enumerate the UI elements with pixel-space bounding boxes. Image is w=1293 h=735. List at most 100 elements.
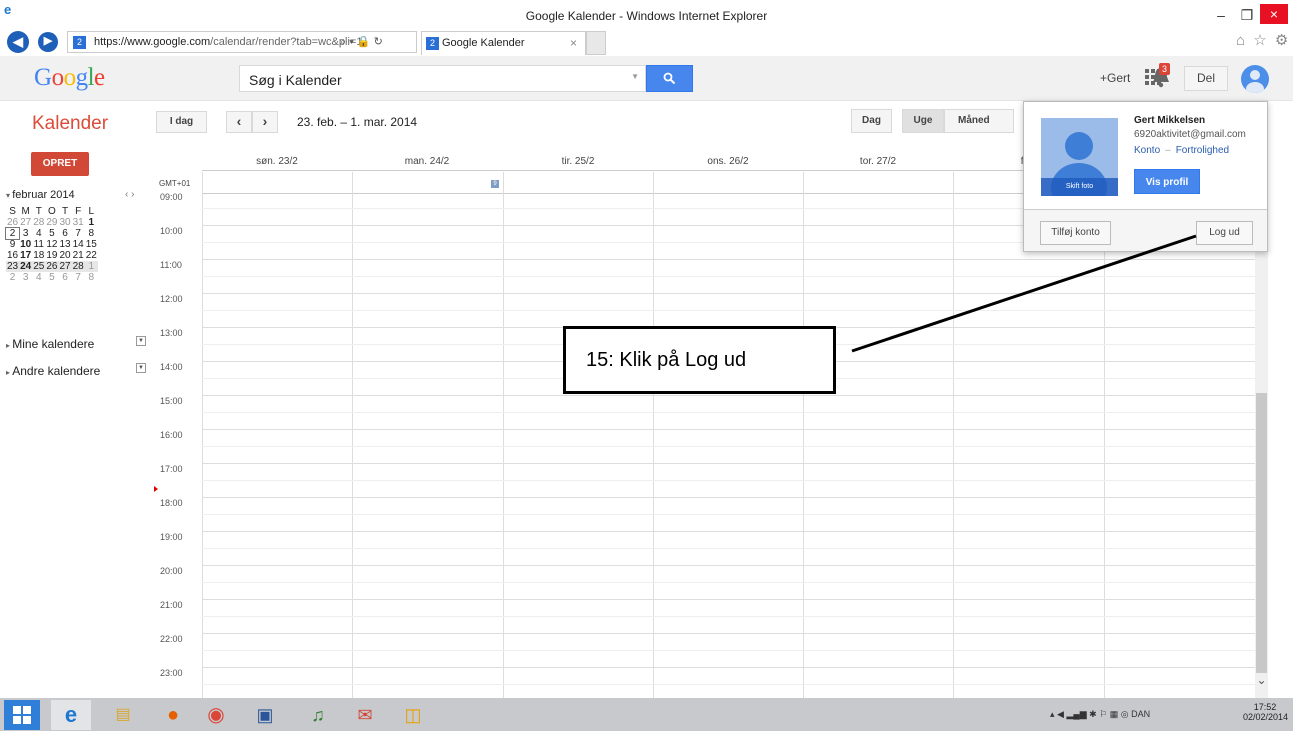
plus-user-link[interactable]: +Gert [1100, 71, 1130, 85]
gmail-icon[interactable]: ✉ [345, 700, 385, 730]
mini-day[interactable]: 10 [19, 239, 32, 250]
mini-day[interactable]: 27 [59, 261, 72, 272]
search-options-icon[interactable]: ▼ [631, 72, 639, 81]
prev-week-button[interactable]: ‹ [226, 111, 252, 133]
mini-calendar-nav[interactable]: ‹ › [125, 189, 134, 200]
mini-day[interactable]: 1 [85, 261, 98, 272]
mini-day[interactable]: 16 [6, 250, 19, 261]
mini-day[interactable]: 26 [45, 261, 58, 272]
day-header[interactable]: man. 24/2 [352, 156, 502, 167]
address-bar[interactable]: 2 https://www.google.com/calendar/render… [67, 31, 417, 53]
mini-day[interactable]: 4 [32, 228, 45, 239]
restore-button[interactable]: ❐ [1232, 4, 1262, 26]
mini-day[interactable]: 18 [32, 250, 45, 261]
mini-day[interactable]: 11 [32, 239, 45, 250]
other-calendars-section[interactable]: ▸ Andre kalendere [6, 364, 100, 378]
close-window-button[interactable]: × [1260, 4, 1288, 24]
outlook-icon[interactable]: ◫ [393, 700, 433, 730]
mini-day[interactable]: 5 [45, 228, 58, 239]
mini-day[interactable]: 19 [45, 250, 58, 261]
mini-day[interactable]: 12 [45, 239, 58, 250]
mini-day[interactable]: 15 [85, 239, 98, 250]
mini-day[interactable]: 2 [6, 272, 19, 283]
firefox-icon[interactable]: ● [153, 700, 193, 730]
profile-photo[interactable]: Skift foto [1041, 118, 1118, 196]
mini-calendar[interactable]: S M T O T F L 26 27 28 29 30 31 1 2 3 4 … [4, 206, 98, 283]
mini-day[interactable]: 20 [59, 250, 72, 261]
url-text[interactable]: https://www.google.com/calendar/render?t… [94, 36, 362, 48]
mini-day[interactable]: 31 [72, 217, 85, 228]
my-calendars-section[interactable]: ▸ Mine kalendere [6, 337, 94, 351]
word-icon[interactable]: ▣ [245, 700, 285, 730]
mini-day[interactable]: 13 [59, 239, 72, 250]
mini-day[interactable]: 7 [72, 228, 85, 239]
address-tools-icon[interactable]: ⌕ ▾ 🔒 ↻ [340, 35, 383, 49]
mini-day[interactable]: 25 [32, 261, 45, 272]
mini-calendar-month[interactable]: ▾ februar 2014 [6, 189, 75, 201]
create-event-button[interactable]: OPRET [31, 152, 89, 176]
new-tab-button[interactable] [586, 31, 606, 55]
mini-day[interactable]: 28 [72, 261, 85, 272]
mini-day[interactable]: 23 [6, 261, 19, 272]
mini-day[interactable]: 30 [59, 217, 72, 228]
search-button[interactable] [646, 65, 693, 92]
day-header[interactable]: ons. 26/2 [653, 156, 803, 167]
mini-day[interactable]: 8 [85, 272, 98, 283]
mini-day[interactable]: 3 [19, 272, 32, 283]
back-button[interactable]: ◀ [7, 31, 29, 53]
mini-day[interactable]: 6 [59, 272, 72, 283]
day-header[interactable]: tor. 27/2 [803, 156, 953, 167]
mini-day[interactable]: 6 [59, 228, 72, 239]
mini-day[interactable]: 28 [32, 217, 45, 228]
view-day-button[interactable]: Dag [851, 109, 892, 133]
mini-day[interactable]: 9 [6, 239, 19, 250]
scroll-down-icon[interactable]: ⌄ [1255, 673, 1268, 693]
change-photo-link[interactable]: Skift foto [1041, 178, 1118, 196]
music-app-icon[interactable]: ♫ [298, 700, 338, 730]
mini-day-today[interactable]: 2 [4, 227, 21, 240]
search-input[interactable]: Søg i Kalender ▼ [239, 65, 646, 92]
add-account-button[interactable]: Tilføj konto [1040, 221, 1111, 245]
tab-close-icon[interactable]: × [570, 36, 577, 50]
file-explorer-icon[interactable]: ▤ [103, 700, 143, 730]
account-link[interactable]: Konto [1134, 145, 1160, 156]
privacy-link[interactable]: Fortrolighed [1176, 145, 1229, 156]
mini-day[interactable]: 27 [19, 217, 32, 228]
account-avatar[interactable] [1241, 65, 1269, 93]
home-favorites-settings-icon[interactable]: ⌂ ☆ ⚙ [1236, 31, 1290, 49]
grid-scroll-thumb[interactable] [1256, 393, 1267, 673]
mini-day[interactable]: 29 [45, 217, 58, 228]
start-button[interactable] [4, 700, 40, 730]
share-button[interactable]: Del [1184, 66, 1228, 91]
view-week-button[interactable]: Uge [902, 109, 944, 133]
chrome-icon[interactable]: ◉ [196, 700, 236, 730]
sign-out-button[interactable]: Log ud [1196, 221, 1253, 245]
mini-day[interactable]: 26 [6, 217, 19, 228]
browser-tab[interactable]: 2 Google Kalender × [421, 31, 586, 55]
system-tray[interactable]: ▴ ◀ ▂▄▆ ✱ ⚐ ▦ ◎ DAN [1050, 709, 1150, 720]
google-logo[interactable]: Google [34, 64, 105, 92]
notification-count-badge[interactable]: 3 [1159, 63, 1171, 75]
forward-button[interactable]: ▶ [38, 32, 58, 52]
collapse-allday-icon[interactable]: 9 [491, 180, 499, 188]
mini-day[interactable]: 5 [45, 272, 58, 283]
today-button[interactable]: I dag [156, 111, 207, 133]
view-profile-button[interactable]: Vis profil [1134, 169, 1200, 194]
other-calendars-dropdown-icon[interactable]: ▼ [136, 363, 146, 373]
system-clock[interactable]: 17:52 02/02/2014 [1243, 702, 1288, 722]
day-header[interactable]: tir. 25/2 [503, 156, 653, 167]
mini-day[interactable]: 21 [72, 250, 85, 261]
mini-day[interactable]: 4 [32, 272, 45, 283]
mini-day[interactable]: 1 [85, 217, 98, 228]
day-header[interactable]: søn. 23/2 [202, 156, 352, 167]
mini-day[interactable]: 8 [85, 228, 98, 239]
my-calendars-dropdown-icon[interactable]: ▼ [136, 336, 146, 346]
mini-day[interactable]: 14 [72, 239, 85, 250]
mini-day[interactable]: 17 [19, 250, 32, 261]
next-week-button[interactable]: › [252, 111, 278, 133]
mini-day[interactable]: 24 [19, 261, 32, 272]
mini-day[interactable]: 7 [72, 272, 85, 283]
mini-day[interactable]: 3 [19, 228, 32, 239]
internet-explorer-icon[interactable]: e [51, 700, 91, 730]
view-month-button[interactable]: Måned [944, 109, 1014, 133]
